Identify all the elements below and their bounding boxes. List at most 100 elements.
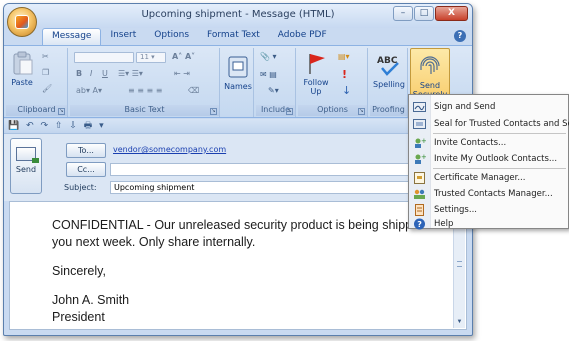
message-window: Upcoming shipment - Message (HTML) – □ X…	[3, 3, 473, 336]
print-icon[interactable]: 🖶	[84, 119, 93, 133]
menu-item-label: Invite My Outlook Contacts...	[434, 154, 558, 164]
undo-icon[interactable]: ↶	[26, 119, 34, 133]
menu-item-label: Help	[434, 219, 454, 229]
flag-icon	[303, 50, 329, 76]
subject-label: Subject:	[64, 183, 97, 192]
tab-insert[interactable]: Insert	[101, 28, 145, 45]
cc-button[interactable]: Cc...	[66, 162, 106, 177]
cut-icon[interactable]: ✂	[42, 52, 49, 62]
message-header: Send To... vendor@somecompany.com Cc... …	[4, 133, 472, 201]
menu-item-label: Certificate Manager...	[434, 173, 526, 183]
spell-check-icon: ABC	[376, 52, 402, 78]
paste-button[interactable]: Paste	[8, 50, 36, 87]
font-size-box[interactable]: 11 ▾	[136, 52, 166, 63]
up-icon[interactable]: ⇧	[55, 119, 63, 133]
menu-item-invite-outlook-contacts[interactable]: + Invite My Outlook Contacts...	[409, 151, 568, 167]
outlook-contacts-icon: +	[415, 153, 426, 164]
to-button[interactable]: To...	[66, 143, 106, 158]
tab-format-text[interactable]: Format Text	[198, 28, 269, 45]
ribbon: Paste ✂ ❐ 🖌 Clipboard ↘ 11 ▾ A˄ A˅ B I U…	[4, 45, 472, 118]
include-group: 📎 ▾ ✉ ▤ ✎▾ Include ↘	[256, 48, 296, 117]
clipboard-group: Paste ✂ ❐ 🖌 Clipboard ↘	[6, 48, 68, 117]
redo-icon[interactable]: ↷	[41, 119, 49, 133]
menu-item-seal-and-send[interactable]: Seal for Trusted Contacts and Send	[409, 116, 569, 132]
basic-text-group: 11 ▾ A˄ A˅ B I U ☰▾ ☰▾ ⇤ ⇥ ab▾ A▾ ≡ ≡ ≡ …	[70, 48, 220, 117]
menu-item-invite-contacts[interactable]: + Invite Contacts...	[409, 135, 568, 151]
options-launcher-icon[interactable]: ↘	[358, 108, 365, 115]
minimize-button[interactable]: –	[393, 6, 413, 21]
italic-button[interactable]: I	[90, 69, 92, 79]
grow-font-icon[interactable]: A˄ A˅	[172, 52, 195, 62]
sign-icon	[413, 102, 426, 112]
menu-item-certificate-manager[interactable]: Certificate Manager...	[409, 170, 568, 186]
include-launcher-icon[interactable]: ↘	[286, 108, 293, 115]
tab-adobe-pdf[interactable]: Adobe PDF	[269, 28, 336, 45]
menu-item-sign-and-send[interactable]: Sign and Send	[409, 99, 568, 115]
underline-button[interactable]: U	[102, 69, 108, 79]
menu-separator	[433, 133, 566, 134]
send-button[interactable]: Send	[10, 138, 42, 194]
bold-button[interactable]: B	[76, 69, 82, 79]
eraser-icon[interactable]: ⌫	[188, 86, 199, 96]
message-body[interactable]: CONFIDENTIAL - Our unreleased security p…	[9, 201, 467, 330]
quick-access-toolbar: 💾 ↶ ↷ ⇧ ⇩ 🖶 ▾	[4, 119, 472, 133]
ribbon-tabs: Message Insert Options Format Text Adobe…	[42, 28, 472, 45]
high-importance-icon[interactable]: !	[342, 68, 347, 81]
copy-icon[interactable]: ❐	[42, 68, 49, 78]
office-logo-icon	[15, 15, 29, 29]
font-name-box[interactable]	[74, 52, 134, 63]
menu-item-help[interactable]: ? Help	[409, 216, 568, 232]
spelling-label: Spelling	[373, 80, 405, 89]
scroll-down-icon[interactable]: ▼	[454, 317, 465, 328]
paste-label: Paste	[11, 78, 33, 87]
bullets-icon[interactable]: ☰▾ ☰▾	[118, 69, 143, 79]
office-button[interactable]	[7, 7, 37, 37]
categorize-icon[interactable]: ▤▾	[338, 52, 350, 62]
envelope-icon	[16, 147, 39, 163]
closing: Sincerely,	[52, 264, 106, 278]
tab-options[interactable]: Options	[145, 28, 198, 45]
invite-contacts-icon: +	[415, 137, 426, 148]
menu-item-label: Trusted Contacts Manager...	[434, 189, 553, 199]
svg-text:+: +	[421, 137, 426, 145]
menu-item-trusted-contacts-manager[interactable]: Trusted Contacts Manager...	[409, 186, 568, 202]
signature-name: John A. Smith	[52, 293, 130, 307]
names-label: Names	[224, 82, 252, 91]
maximize-button[interactable]: □	[414, 6, 434, 21]
follow-up-button[interactable]: Follow Up	[300, 50, 332, 96]
menu-item-label: Seal for Trusted Contacts and Send	[434, 119, 569, 129]
help-question-icon[interactable]: ?	[454, 30, 466, 42]
svg-text:ABC: ABC	[377, 56, 398, 66]
menu-item-label: Invite Contacts...	[434, 138, 507, 148]
indent-icon[interactable]: ⇤ ⇥	[174, 69, 190, 79]
close-button[interactable]: X	[435, 6, 468, 21]
proofing-group: ABC Spelling Proofing	[370, 48, 408, 117]
scroll-grip[interactable]	[457, 260, 462, 267]
down-icon[interactable]: ⇩	[69, 119, 77, 133]
clipboard-launcher-icon[interactable]: ↘	[58, 108, 65, 115]
save-icon[interactable]: 💾	[8, 119, 19, 133]
names-group: Names	[222, 48, 254, 117]
menu-item-label: Settings...	[434, 205, 477, 215]
attach-file-icon[interactable]: 📎 ▾	[260, 52, 277, 62]
send-securely-label-1: Send	[419, 81, 441, 90]
align-icons[interactable]: ≡ ≡ ≡ ≡	[128, 86, 162, 96]
format-painter-icon[interactable]: 🖌	[42, 84, 52, 94]
help-icon: ?	[414, 218, 425, 230]
font-size-value: 11	[140, 53, 149, 61]
signature-icon[interactable]: ✎▾	[268, 86, 279, 96]
svg-text:?: ?	[417, 220, 422, 229]
highlight-icon[interactable]: ab▾ A▾	[76, 86, 102, 96]
customize-icon[interactable]: ▾	[99, 119, 104, 133]
basic-text-launcher-icon[interactable]: ↘	[210, 108, 217, 115]
send-label: Send	[15, 165, 37, 174]
send-securely-inner: Send Securely	[411, 53, 449, 99]
names-button[interactable]: Names	[224, 54, 252, 91]
basic-text-group-label: Basic Text	[70, 105, 219, 116]
spelling-button[interactable]: ABC Spelling	[370, 52, 408, 89]
fingerprint-icon	[417, 53, 443, 79]
tab-message[interactable]: Message	[42, 28, 102, 45]
low-importance-icon[interactable]: ↓	[342, 84, 351, 97]
follow-up-label-2: Up	[310, 87, 322, 96]
attach-item-icon[interactable]: ✉ ▤	[260, 70, 277, 80]
